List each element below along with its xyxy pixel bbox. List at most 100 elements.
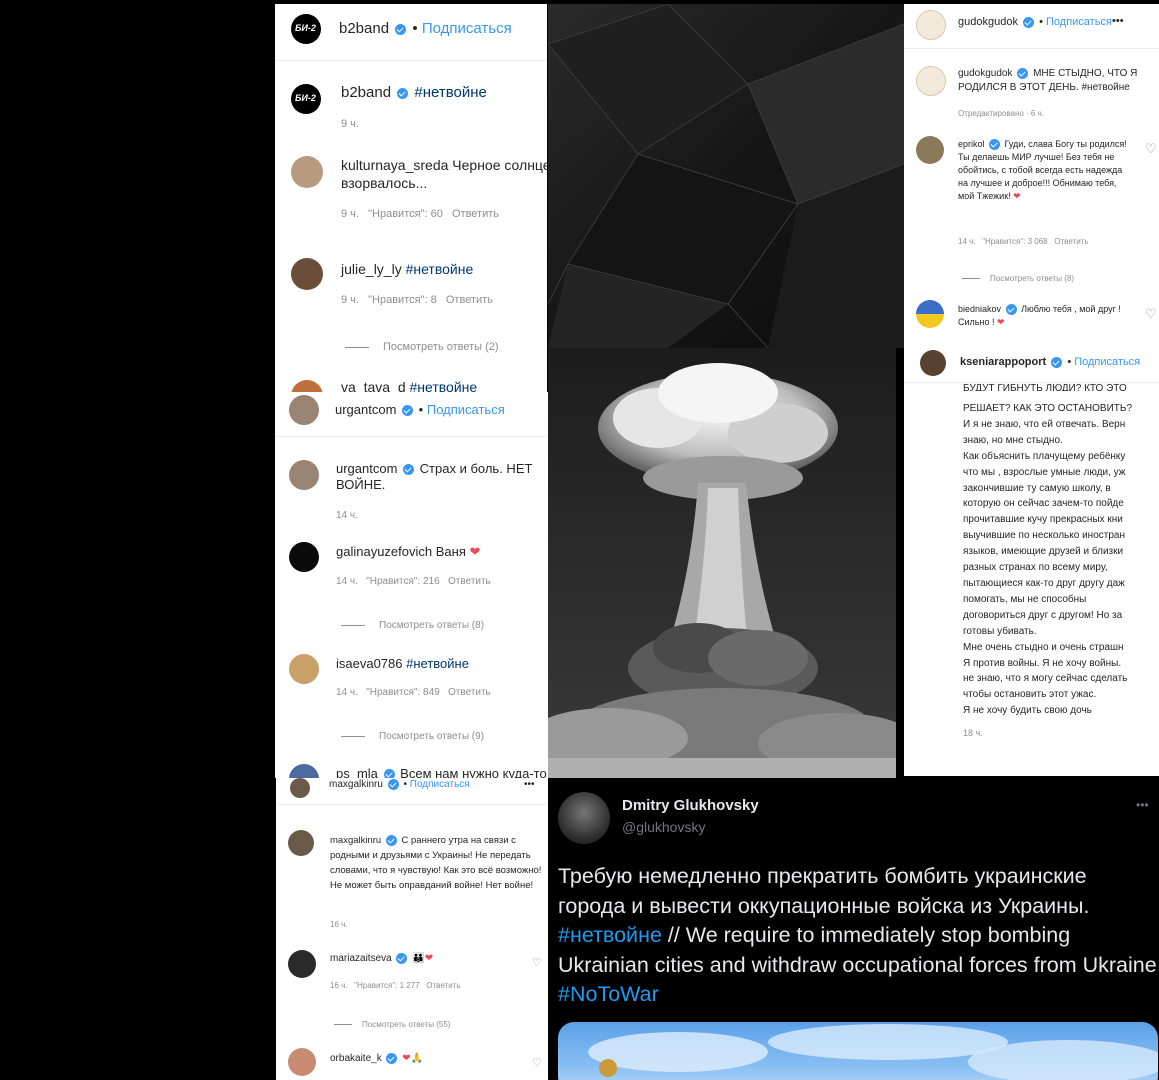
tweet-text-ru: Требую немедленно прекратить бомбить укр… [558, 864, 1090, 918]
header-row: b2band • Подписаться [339, 20, 512, 37]
comment-username[interactable]: galinayuzefovich [336, 544, 432, 559]
separator-dot: • [418, 402, 424, 417]
header-username[interactable]: kseniarappoport [960, 356, 1046, 368]
comment-text[interactable]: #нетвойне [406, 261, 474, 277]
header-row: maxgalkinru • Подписаться [329, 779, 470, 790]
galkin-avatar[interactable] [290, 778, 310, 798]
follow-button[interactable]: Подписаться [422, 20, 512, 37]
comment-meta: 14 ч. "Нравится": 849 Ответить [336, 687, 491, 698]
header-username[interactable]: b2band [339, 20, 389, 37]
caption-line: РЕШАЕТ? КАК ЭТО ОСТАНОВИТЬ? [963, 403, 1132, 414]
tweet-media-image[interactable] [558, 1022, 1158, 1080]
more-options-icon[interactable]: ••• [1112, 15, 1124, 27]
avatar-logo-text: БИ-2 [295, 23, 316, 33]
caption-avatar[interactable] [288, 830, 314, 856]
tweet-hashtag[interactable]: #нетвойне [558, 923, 662, 947]
heart-emoji-icon: ❤ [402, 1053, 411, 1065]
caption-username[interactable]: maxgalkinru [330, 835, 381, 846]
verified-badge-icon [387, 779, 399, 790]
commenter-avatar[interactable] [291, 156, 323, 188]
caption-time: 9 ч. [341, 118, 359, 130]
view-replies-label: Посмотреть ответы (2) [383, 341, 499, 353]
view-replies-button[interactable]: Посмотреть ответы (2) [345, 341, 499, 353]
commenter-avatar-flag[interactable] [916, 300, 944, 328]
like-heart-icon[interactable]: ♡ [1145, 306, 1157, 322]
b2band-caption-avatar[interactable]: БИ-2 [291, 84, 321, 114]
caption-avatar[interactable] [916, 66, 946, 96]
caption-username[interactable]: gudokgudok [958, 68, 1013, 79]
separator-dot: • [1067, 356, 1072, 368]
comment-username[interactable]: ps_mla [336, 766, 378, 778]
urgant-avatar[interactable] [289, 395, 319, 425]
follow-button[interactable]: Подписаться [1046, 16, 1112, 28]
caption-hashtag[interactable]: #нетвойне [414, 84, 487, 101]
commenter-avatar[interactable] [916, 136, 944, 164]
more-options-icon[interactable]: ••• [524, 779, 535, 790]
verified-badge-icon [383, 769, 395, 778]
header-username[interactable]: maxgalkinru [329, 779, 383, 790]
caption-cut-line: БУДУТ ГИБНУТЬ ЛЮДИ? КТО ЭТО [963, 383, 1127, 391]
caption-line: что мы , взрослые умные люди, уж [963, 466, 1126, 478]
caption: gudokgudok МНЕ СТЫДНО, ЧТО Я РОДИЛСЯ В Э… [958, 67, 1150, 95]
comment-username[interactable]: julie_ly_ly [341, 261, 402, 277]
comment-2: orbakaite_k ❤🙏 [330, 1053, 423, 1064]
tweet-author-handle[interactable]: @glukhovsky [622, 819, 705, 835]
caption-username[interactable]: b2band [341, 84, 391, 101]
comment-username[interactable]: eprikol [958, 139, 985, 149]
commenter-avatar[interactable] [289, 654, 319, 684]
view-replies-button[interactable]: Посмотреть ответы (8) [962, 274, 1074, 283]
sky-clouds-illustration [588, 1024, 1158, 1080]
follow-button[interactable]: Подписаться [410, 779, 470, 790]
b2band-avatar[interactable]: БИ-2 [291, 14, 321, 44]
commenter-avatar[interactable] [289, 542, 319, 572]
tweet-author-avatar[interactable] [558, 792, 610, 844]
view-replies-button[interactable]: Посмотреть ответы (8) [341, 620, 484, 631]
comment-meta: 9 ч. "Нравится": 8 Ответить [341, 294, 493, 306]
comment-username[interactable]: mariazaitseva [330, 953, 392, 964]
tweet-hashtag[interactable]: #NoToWar [558, 982, 659, 1006]
commenter-avatar[interactable] [288, 950, 316, 978]
caption-avatar[interactable] [289, 460, 319, 490]
header-username[interactable]: gudokgudok [958, 16, 1018, 28]
gudok-avatar[interactable] [916, 10, 946, 40]
crumpled-paper-texture [548, 4, 904, 348]
like-heart-icon[interactable]: ♡ [532, 1056, 542, 1069]
caption-line: пытающиеся как-то друг другу даж [963, 577, 1125, 589]
comment-text: Всем нам нужно куда-то [400, 766, 547, 778]
caption-username[interactable]: urgantcom [336, 461, 397, 476]
like-heart-icon[interactable]: ♡ [1145, 141, 1157, 157]
like-heart-icon[interactable]: ♡ [532, 956, 542, 969]
comment-2: julie_ly_ly #нетвойне [341, 261, 473, 277]
comment-username[interactable]: kulturnaya_sreda [341, 157, 448, 173]
commenter-avatar[interactable] [291, 258, 323, 290]
tweet-more-icon[interactable]: ••• [1136, 798, 1149, 812]
caption-line: знаю, но мне стыдно. [963, 434, 1063, 446]
comment-1: mariazaitseva 👪❤ [330, 953, 433, 964]
header-username[interactable]: urgantcom [335, 402, 396, 417]
caption-line: Как объяснить плачущему ребёнку [963, 450, 1126, 462]
follow-button[interactable]: Подписаться [427, 402, 505, 417]
view-replies-button[interactable]: Посмотреть ответы (55) [334, 1020, 450, 1029]
comment-text[interactable]: #нетвойне [406, 656, 469, 671]
comment-username[interactable]: biedniakov [958, 304, 1001, 314]
view-replies-label: Посмотреть ответы (8) [990, 274, 1075, 283]
verified-badge-icon [396, 953, 408, 964]
comment-username[interactable]: orbakaite_k [330, 1053, 382, 1064]
commenter-avatar[interactable] [289, 764, 319, 778]
caption-line: языков, имеющие друзей и близки [963, 546, 1124, 558]
edited-time: Отредактировано · 6 ч. [958, 109, 1044, 118]
header-row: kseniarappoport • Подписаться [960, 356, 1140, 368]
verified-badge-icon [395, 23, 407, 35]
commenter-avatar[interactable] [288, 1048, 316, 1076]
verified-badge-icon [386, 1053, 398, 1064]
verified-badge-icon [1017, 67, 1029, 79]
view-replies-button[interactable]: Посмотреть ответы (9) [341, 731, 484, 742]
urgantcom-post-panel: urgantcom • Подписаться urgantcom Страх … [275, 392, 548, 778]
comment-2: isaeva0786 #нетвойне [336, 656, 469, 671]
comment-username[interactable]: isaeva0786 [336, 656, 403, 671]
tweet-author-name[interactable]: Dmitry Glukhovsky [622, 797, 759, 814]
follow-button[interactable]: Подписаться [1074, 356, 1140, 368]
caption-line: Я против войны. Я не хочу войны. [963, 657, 1122, 669]
ksenia-avatar[interactable] [920, 350, 946, 376]
caption-line: закончившие ту самую школу, в [963, 482, 1111, 494]
